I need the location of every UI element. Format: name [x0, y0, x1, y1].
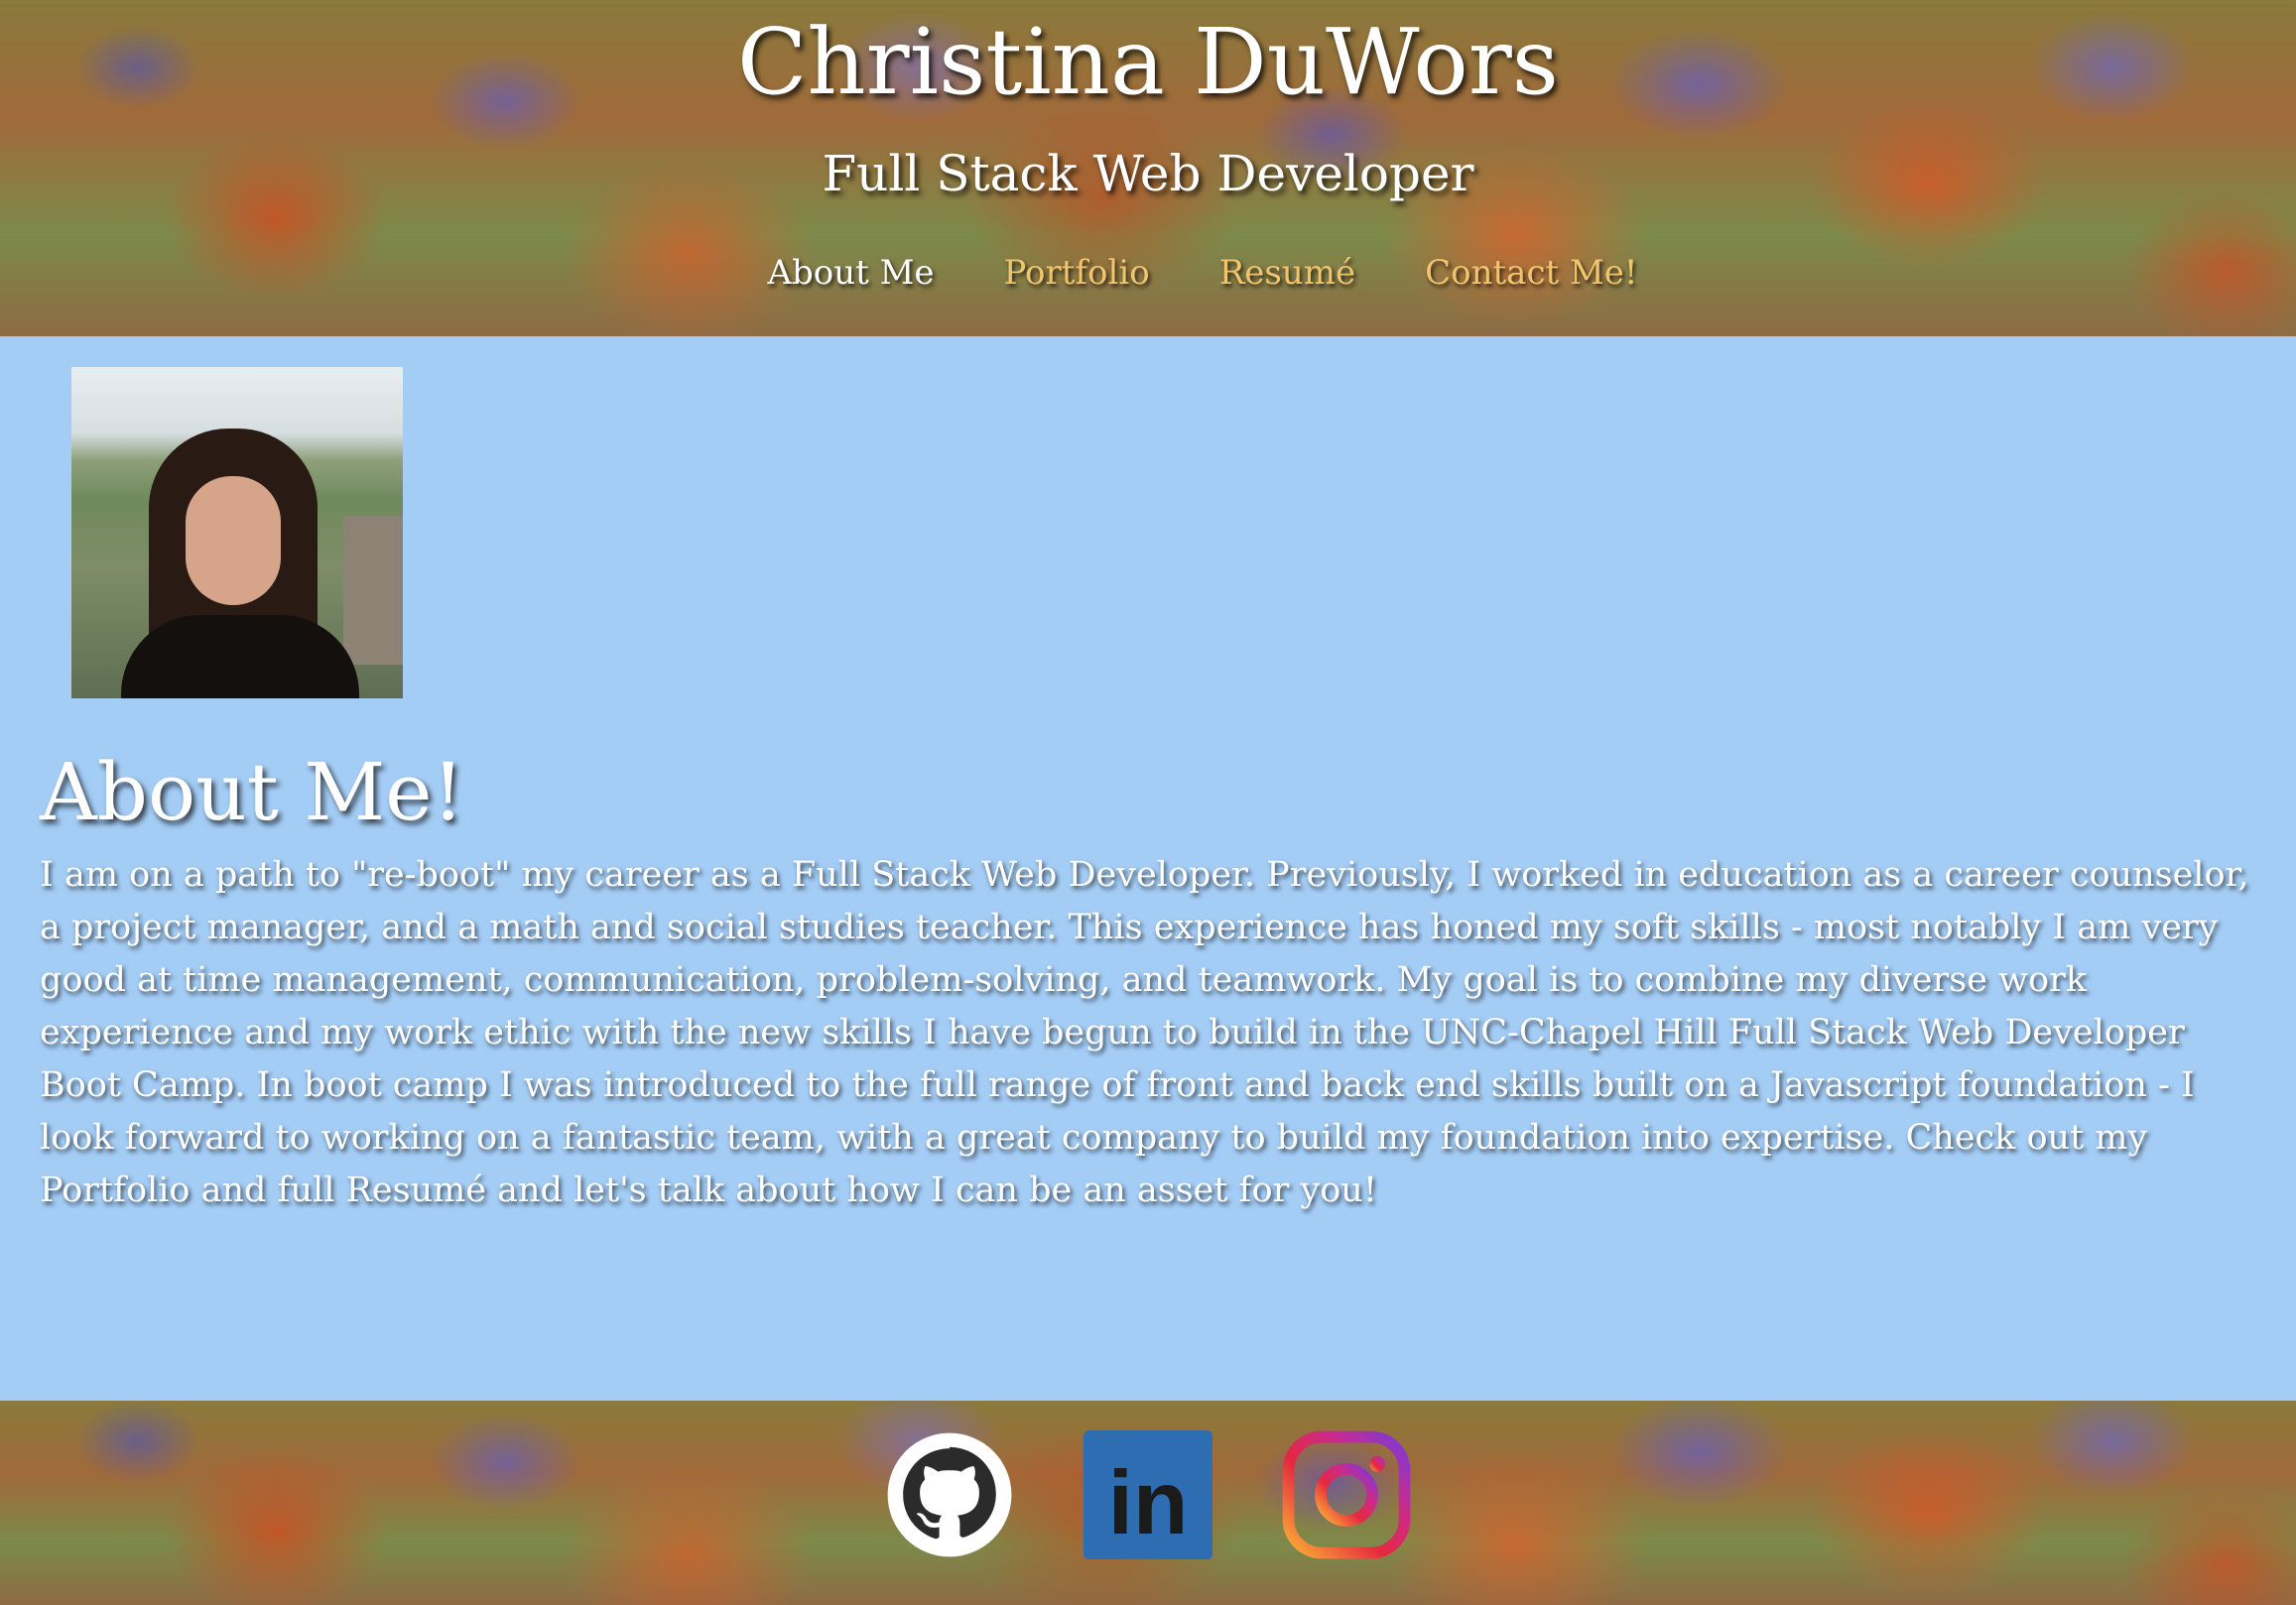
site-subtitle: Full Stack Web Developer: [822, 145, 1474, 202]
social-links: in: [0, 1430, 2296, 1559]
site-name: Christina DuWors: [737, 9, 1559, 115]
github-icon: [887, 1432, 1012, 1557]
nav-portfolio[interactable]: Portfolio: [1004, 248, 1150, 298]
about-text: I am on a path to "re-boot" my career as…: [40, 855, 2249, 1210]
instagram-icon: [1282, 1430, 1411, 1559]
linkedin-in-text: in: [1108, 1453, 1189, 1553]
profile-photo: [71, 367, 403, 698]
main-nav: About Me Portfolio Resumé Contact Me!: [0, 248, 2296, 298]
linkedin-icon: in: [1084, 1430, 1212, 1559]
photo-background-building: [343, 516, 403, 665]
main-content: About Me! I am on a path to "re-boot" my…: [0, 336, 2296, 1401]
nav-contact-me[interactable]: Contact Me!: [1425, 248, 1637, 298]
photo-face: [186, 476, 281, 605]
nav-about-me[interactable]: About Me: [767, 248, 934, 298]
github-link[interactable]: [885, 1430, 1014, 1559]
nav-resume[interactable]: Resumé: [1219, 248, 1355, 298]
instagram-link[interactable]: [1282, 1430, 1411, 1559]
photo-shirt: [121, 615, 359, 698]
about-heading: About Me!: [40, 746, 464, 838]
linkedin-link[interactable]: in: [1084, 1430, 1212, 1559]
